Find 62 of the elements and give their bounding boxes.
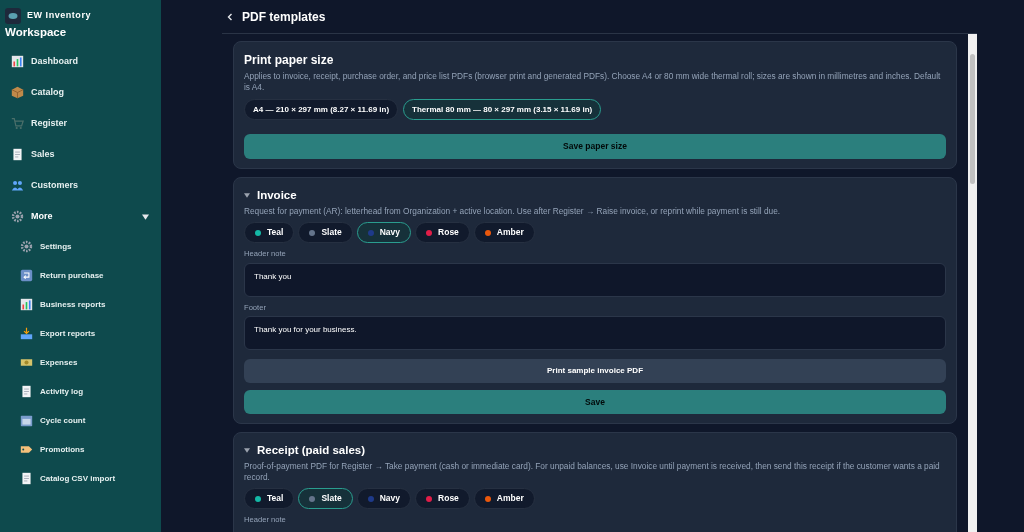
nav-item[interactable]: Dashboard	[0, 46, 161, 77]
bar-chart-icon	[11, 55, 24, 68]
bar-chart-icon	[20, 298, 33, 311]
banknote-icon	[20, 356, 33, 369]
nav-subitem[interactable]: Activity log	[0, 377, 161, 406]
page-title: PDF templates	[242, 8, 326, 26]
nav-item[interactable]: Customers	[0, 170, 161, 201]
nav-subitem[interactable]: Return purchase	[0, 261, 161, 290]
settings-icon	[11, 210, 24, 223]
card-title: Print paper size	[244, 52, 335, 69]
text-area[interactable]: Thank you for your business.	[244, 316, 946, 351]
logo-icon	[5, 8, 21, 24]
color-option[interactable]: Navy	[356, 222, 412, 244]
return-icon	[20, 269, 33, 282]
nav-subitem[interactable]: Expenses	[0, 348, 161, 377]
nav-item[interactable]: Register	[0, 108, 161, 139]
print-button[interactable]: Print sample invoice PDF	[244, 359, 946, 384]
settings-icon	[20, 240, 33, 253]
color-option[interactable]: Rose	[415, 222, 470, 244]
color-option[interactable]: Rose	[415, 488, 470, 510]
card-description: Request for payment (AR): letterhead from Organization + active location. Use after Register → Raise invoice, or reprint while payment is still due.	[244, 206, 782, 218]
clipboard-icon	[20, 385, 33, 398]
inbox-icon	[20, 327, 33, 340]
caret-icon	[142, 213, 149, 220]
color-option[interactable]: Teal	[244, 488, 295, 510]
color-option[interactable]: Amber	[473, 488, 535, 510]
cart-icon	[11, 117, 24, 130]
nav-subitem[interactable]: Cycle count	[0, 406, 161, 435]
paper-size-option[interactable]: Thermal 80 mm — 80 × 297 mm (3.15 × 11.69 in)	[403, 99, 602, 120]
tag-icon	[20, 443, 33, 456]
file-icon	[20, 472, 33, 485]
save-button[interactable]: Save paper size	[244, 134, 946, 159]
color-option[interactable]: Slate	[298, 222, 353, 244]
nav-subitem[interactable]: Catalog CSV import	[0, 464, 161, 493]
scrollbar[interactable]	[968, 34, 977, 532]
color-option[interactable]: Navy	[356, 488, 412, 510]
color-option[interactable]: Amber	[473, 222, 535, 244]
nav-subitem[interactable]: Business reports	[0, 290, 161, 319]
section-toggle[interactable]: Receipt (paid sales)	[244, 442, 946, 460]
workspace-title: Workspace	[4, 25, 68, 40]
color-option[interactable]: Teal	[244, 222, 295, 244]
color-option[interactable]: Slate	[298, 488, 353, 510]
brand-name: EW Inventory	[27, 9, 91, 23]
package-icon	[11, 86, 24, 99]
nav-group-toggle[interactable]: More	[0, 201, 161, 232]
nav-item[interactable]: Sales	[0, 139, 161, 170]
people-icon	[11, 179, 24, 192]
section-toggle[interactable]: Invoice	[244, 187, 946, 205]
caret-icon	[244, 193, 250, 199]
caret-icon	[244, 448, 250, 454]
card-description: Proof-of-payment PDF for Register → Take payment (cash or immediate card). For unpaid balances, use Invoice until payment is received, then send this receipt if the customer wants a paid record.	[244, 461, 941, 484]
back-icon[interactable]	[226, 12, 234, 21]
nav-subitem[interactable]: Settings	[0, 232, 161, 261]
nav-subitem[interactable]: Promotions	[0, 435, 161, 464]
card-description: Applies to invoice, receipt, purchase order, and price list PDFs (browser print and generated PDFs). Choose A4 or 80 mm wide thermal roll; sizes are shown in millimetres and inches. Default is A4.	[244, 71, 942, 93]
receipt-icon	[11, 148, 24, 161]
nav-item[interactable]: Catalog	[0, 77, 161, 108]
paper-size-option[interactable]: A4 — 210 × 297 mm (8.27 × 11.69 in)	[244, 99, 399, 120]
save-button[interactable]: Save	[244, 390, 946, 415]
calendar-icon	[20, 414, 33, 427]
nav-subitem[interactable]: Export reports	[0, 319, 161, 348]
text-area[interactable]: Thank you	[244, 262, 946, 297]
